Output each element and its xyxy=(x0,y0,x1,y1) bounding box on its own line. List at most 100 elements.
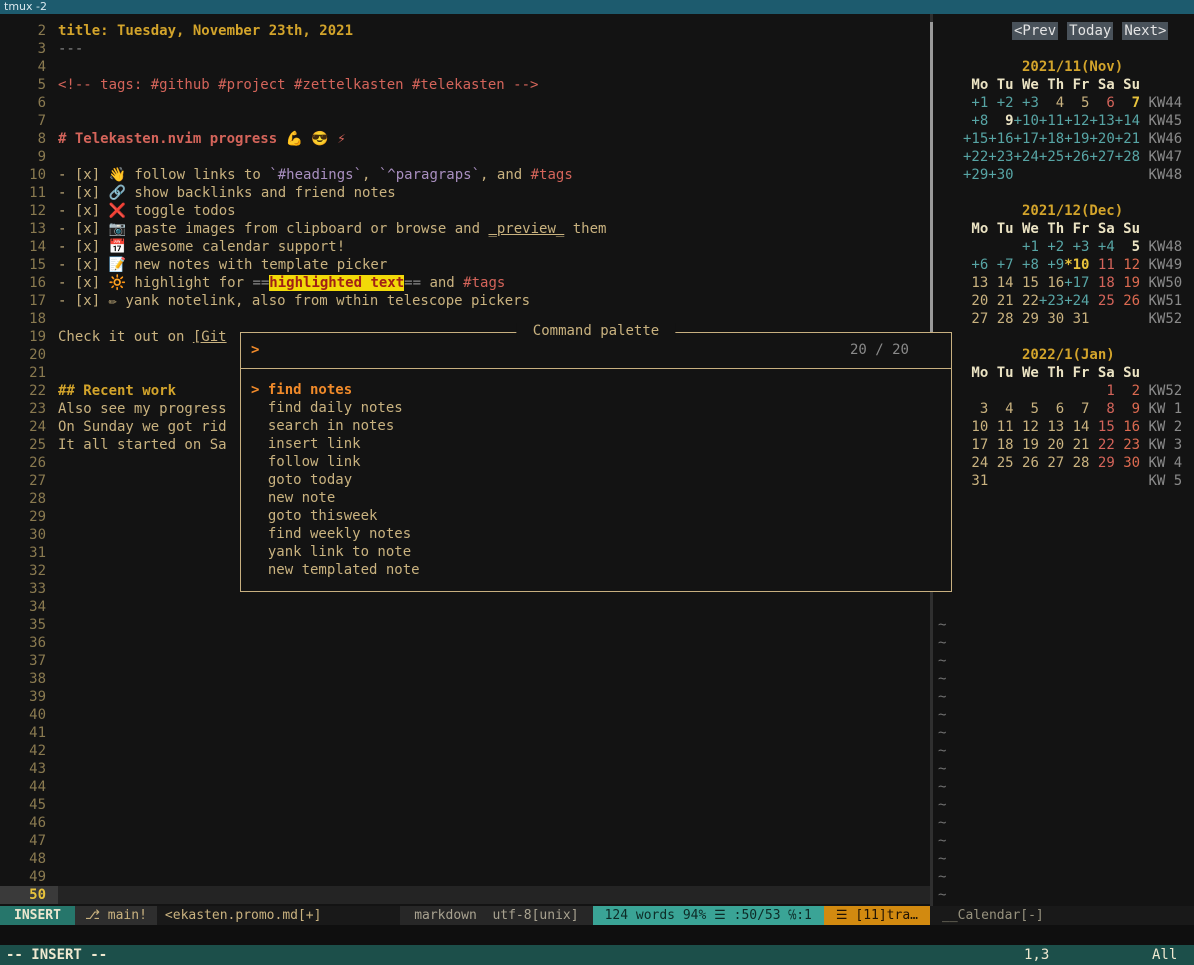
calendar-day[interactable]: 15 xyxy=(1014,275,1039,291)
calendar-day[interactable]: +3 xyxy=(1064,239,1089,255)
calendar-day[interactable]: 29 xyxy=(1014,311,1039,327)
calendar-day[interactable]: 24 xyxy=(963,455,988,471)
calendar-day[interactable]: *10 xyxy=(1064,257,1089,273)
calendar-day[interactable]: 19 xyxy=(1014,437,1039,453)
calendar-day[interactable]: 12 xyxy=(1014,419,1039,435)
calendar-day[interactable]: 8 xyxy=(1089,401,1114,417)
editor-line[interactable]: 16- [x] 🔆 highlight for ==highlighted te… xyxy=(0,274,930,292)
calendar-day[interactable]: +21 xyxy=(1115,131,1140,147)
calendar-day[interactable]: +24 xyxy=(1064,293,1089,309)
calendar-day[interactable]: 7 xyxy=(1064,401,1089,417)
editor-line[interactable]: 12- [x] ❌ toggle todos xyxy=(0,202,930,220)
calendar-day[interactable]: 19 xyxy=(1115,275,1140,291)
calendar-day[interactable]: 6 xyxy=(1039,401,1064,417)
calendar-today-button[interactable]: Today xyxy=(1067,22,1113,40)
editor-line[interactable]: 4 xyxy=(0,58,930,76)
calendar-day[interactable]: 16 xyxy=(1115,419,1140,435)
calendar-day[interactable]: 1 xyxy=(1089,383,1114,399)
editor-line[interactable]: 38 xyxy=(0,670,930,688)
palette-item[interactable]: find daily notes xyxy=(241,399,951,417)
calendar-day[interactable]: +8 xyxy=(963,113,988,129)
calendar-day[interactable]: 25 xyxy=(988,455,1013,471)
editor-line[interactable]: 10- [x] 👋 follow links to `#headings`, `… xyxy=(0,166,930,184)
palette-item[interactable]: new templated note xyxy=(241,561,951,579)
editor-line[interactable]: 36 xyxy=(0,634,930,652)
calendar-day[interactable]: +13 xyxy=(1089,113,1114,129)
calendar-day[interactable]: +20 xyxy=(1089,131,1114,147)
scrollbar-thumb[interactable] xyxy=(930,22,933,332)
calendar-day[interactable]: 11 xyxy=(1089,257,1114,273)
calendar-day[interactable]: 5 xyxy=(1064,95,1089,111)
calendar-day[interactable]: +28 xyxy=(1115,149,1140,165)
calendar-day[interactable]: 4 xyxy=(1039,95,1064,111)
calendar-day[interactable]: +12 xyxy=(1064,113,1089,129)
calendar-day[interactable]: 5 xyxy=(1115,239,1140,255)
calendar-day[interactable]: 11 xyxy=(988,419,1013,435)
calendar-day[interactable]: +23 xyxy=(988,149,1013,165)
palette-item[interactable]: > find notes xyxy=(241,381,951,399)
calendar-day[interactable]: 20 xyxy=(1039,437,1064,453)
palette-item[interactable]: goto thisweek xyxy=(241,507,951,525)
editor-line[interactable]: 7 xyxy=(0,112,930,130)
calendar-day[interactable]: 13 xyxy=(963,275,988,291)
calendar-day[interactable]: 3 xyxy=(963,401,988,417)
editor-line[interactable]: 6 xyxy=(0,94,930,112)
calendar-day[interactable]: +25 xyxy=(1039,149,1064,165)
calendar-day[interactable]: 14 xyxy=(1064,419,1089,435)
calendar-day[interactable]: 26 xyxy=(1115,293,1140,309)
calendar-day[interactable]: 22 xyxy=(1014,293,1039,309)
editor-line[interactable]: 8# Telekasten.nvim progress 💪 😎 ⚡ xyxy=(0,130,930,148)
calendar-day[interactable]: +19 xyxy=(1064,131,1089,147)
editor-line[interactable]: 40 xyxy=(0,706,930,724)
calendar-day[interactable]: 27 xyxy=(963,311,988,327)
editor-line[interactable]: 47 xyxy=(0,832,930,850)
calendar-day[interactable]: +23 xyxy=(1039,293,1064,309)
calendar-day[interactable]: +1 xyxy=(1014,239,1039,255)
calendar-day[interactable]: 7 xyxy=(1115,95,1140,111)
calendar-day[interactable]: +16 xyxy=(988,131,1013,147)
calendar-day[interactable]: 23 xyxy=(1115,437,1140,453)
palette-item[interactable]: find weekly notes xyxy=(241,525,951,543)
calendar-day[interactable]: 30 xyxy=(1039,311,1064,327)
editor-line[interactable]: 35 xyxy=(0,616,930,634)
calendar-day[interactable]: +2 xyxy=(988,95,1013,111)
editor-line[interactable]: 3--- xyxy=(0,40,930,58)
calendar-day[interactable]: 18 xyxy=(988,437,1013,453)
calendar-day[interactable]: +4 xyxy=(1089,239,1114,255)
calendar-day[interactable]: 9 xyxy=(1115,401,1140,417)
editor-line[interactable]: 2title: Tuesday, November 23th, 2021 xyxy=(0,22,930,40)
editor-line[interactable]: 50 xyxy=(0,886,930,904)
palette-item[interactable]: new note xyxy=(241,489,951,507)
calendar-day[interactable]: 12 xyxy=(1115,257,1140,273)
calendar-day[interactable]: 31 xyxy=(1064,311,1089,327)
calendar-day[interactable]: +15 xyxy=(963,131,988,147)
calendar-day[interactable]: +27 xyxy=(1089,149,1114,165)
calendar-day[interactable]: +7 xyxy=(988,257,1013,273)
editor-line[interactable]: 18 xyxy=(0,310,930,328)
calendar-day[interactable]: +24 xyxy=(1014,149,1039,165)
command-line[interactable]: :lua require('telekasten').panel() xyxy=(0,925,1194,945)
calendar-day[interactable]: 14 xyxy=(988,275,1013,291)
calendar-day[interactable]: +22 xyxy=(963,149,988,165)
calendar-day[interactable]: 22 xyxy=(1089,437,1114,453)
editor-line[interactable]: 14- [x] 📅 awesome calendar support! xyxy=(0,238,930,256)
editor-line[interactable]: 37 xyxy=(0,652,930,670)
calendar-next-button[interactable]: Next> xyxy=(1122,22,1168,40)
palette-item[interactable]: insert link xyxy=(241,435,951,453)
editor-line[interactable]: 5<!-- tags: #github #project #zettelkast… xyxy=(0,76,930,94)
editor-line[interactable]: 41 xyxy=(0,724,930,742)
calendar-day[interactable]: 28 xyxy=(988,311,1013,327)
editor-line[interactable]: 46 xyxy=(0,814,930,832)
calendar-day[interactable]: 2 xyxy=(1115,383,1140,399)
calendar-day[interactable]: 29 xyxy=(1089,455,1114,471)
editor-line[interactable]: 11- [x] 🔗 show backlinks and friend note… xyxy=(0,184,930,202)
calendar-day[interactable]: +3 xyxy=(1014,95,1039,111)
calendar-day[interactable]: 27 xyxy=(1039,455,1064,471)
git-branch-segment[interactable]: ⎇ main! xyxy=(75,906,157,925)
editor-line[interactable]: 34 xyxy=(0,598,930,616)
editor-line[interactable]: 39 xyxy=(0,688,930,706)
calendar-day[interactable]: 13 xyxy=(1039,419,1064,435)
editor-line[interactable]: 9 xyxy=(0,148,930,166)
calendar-day[interactable]: +14 xyxy=(1115,113,1140,129)
calendar-day[interactable]: 4 xyxy=(988,401,1013,417)
